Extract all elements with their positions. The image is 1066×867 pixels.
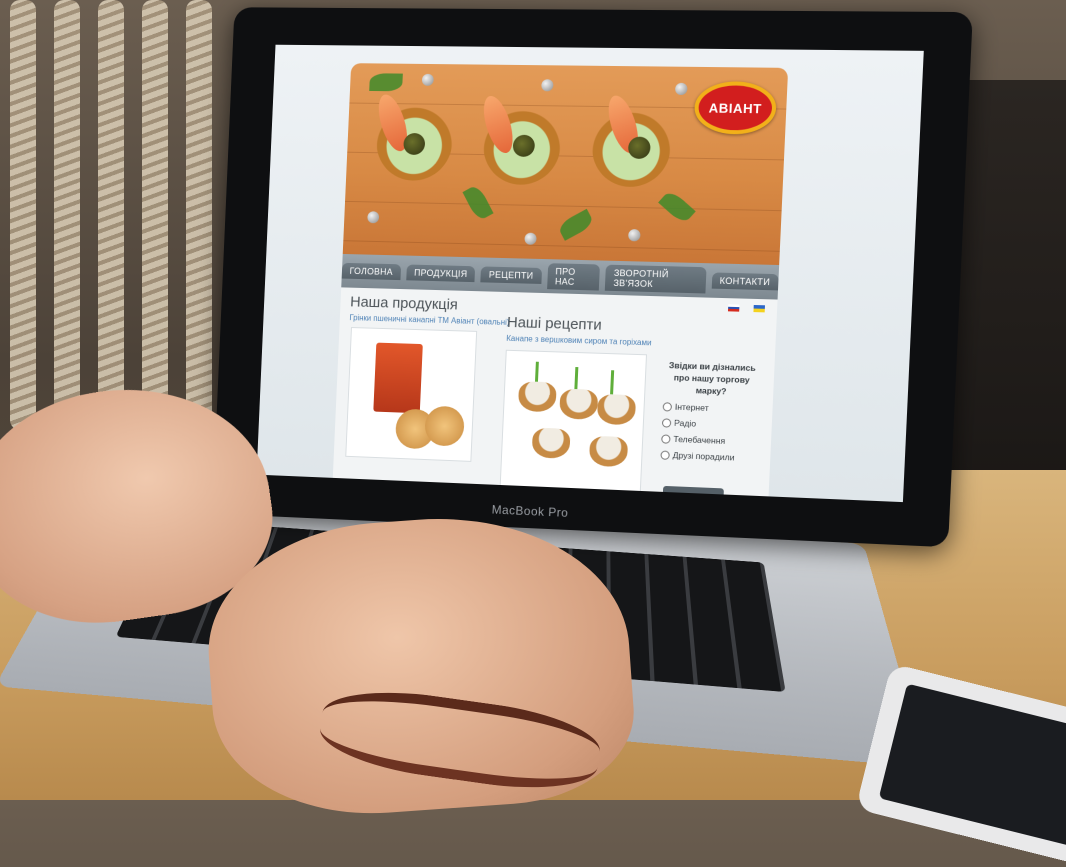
nav-home[interactable]: ГОЛОВНА [341,262,401,281]
nav-products[interactable]: ПРОДУКЦІЯ [406,264,476,283]
nav-feedback[interactable]: ЗВОРОТНІЙ ЗВ'ЯЗОК [605,264,707,294]
laptop-screen: АВІАНТ ГОЛОВНА ПРОДУКЦІЯ РЕЦЕПТИ ПРО НАС… [256,44,924,503]
tartlet-image [517,381,557,413]
products-subtitle[interactable]: Грінки пшеничні канапні ТМ Авіант (оваль… [349,313,509,327]
herb-decoration [658,188,696,226]
herb-decoration [462,183,494,222]
poll-vote-button[interactable] [662,485,724,501]
nav-recipes[interactable]: РЕЦЕПТИ [480,266,542,284]
phone-screen [878,683,1066,847]
poll-widget: Звідки ви дізнались про нашу торгову мар… [660,359,760,470]
peppercorn [541,79,554,92]
rope-decoration [186,0,212,430]
rope-decoration [98,0,124,430]
nav-about[interactable]: ПРО НАС [546,263,601,291]
radio-button[interactable] [662,401,673,412]
peppercorn [524,232,537,245]
ua-flag-icon[interactable] [753,304,765,313]
nav-contacts[interactable]: КОНТАКТИ [711,272,779,291]
recipes-title: Наші рецепти [506,313,603,334]
rope-decoration [54,0,80,430]
language-switcher [727,304,765,313]
logo-text: АВІАНТ [708,99,763,116]
peppercorn [628,229,641,242]
aviant-logo[interactable]: АВІАНТ [693,81,778,135]
rope-decoration [142,0,168,430]
laptop-lid: АВІАНТ ГОЛОВНА ПРОДУКЦІЯ РЕЦЕПТИ ПРО НАС… [212,7,973,548]
peppercorn [674,82,688,96]
rusk-image [424,405,465,447]
rope-decoration [10,0,36,430]
poll-option-radio[interactable]: Радіо [661,417,758,431]
poll-option-friends[interactable]: Друзі порадили [660,449,756,463]
recipes-subtitle[interactable]: Канапе з вершковим сиром та горіхами [506,334,652,348]
tartlet-image [559,388,599,420]
radio-button[interactable] [660,449,670,460]
peppercorn [421,73,434,86]
main-content: Наша продукція Грінки пшеничні канапні Т… [332,287,778,503]
product-package-image [373,342,423,414]
herb-decoration [369,73,403,92]
poll-option-internet[interactable]: Інтернет [662,401,759,415]
tartlet-image [531,427,571,459]
tartlet-image [588,435,629,468]
ru-flag-icon[interactable] [727,304,740,312]
peppercorn [367,211,380,224]
header-banner: АВІАНТ [342,63,789,272]
herb-decoration [556,208,595,241]
product-image-box[interactable] [345,327,478,462]
laptop-brand-label: MacBook Pro [491,502,569,520]
radio-button[interactable] [661,417,672,428]
recipe-image-box[interactable] [499,349,648,495]
poll-question: Звідки ви дізнались про нашу торгову мар… [668,360,756,397]
products-title: Наша продукція [349,293,459,314]
tartlet-image [596,393,637,426]
poll-option-tv[interactable]: Телебачення [661,433,757,447]
radio-button[interactable] [661,433,671,444]
